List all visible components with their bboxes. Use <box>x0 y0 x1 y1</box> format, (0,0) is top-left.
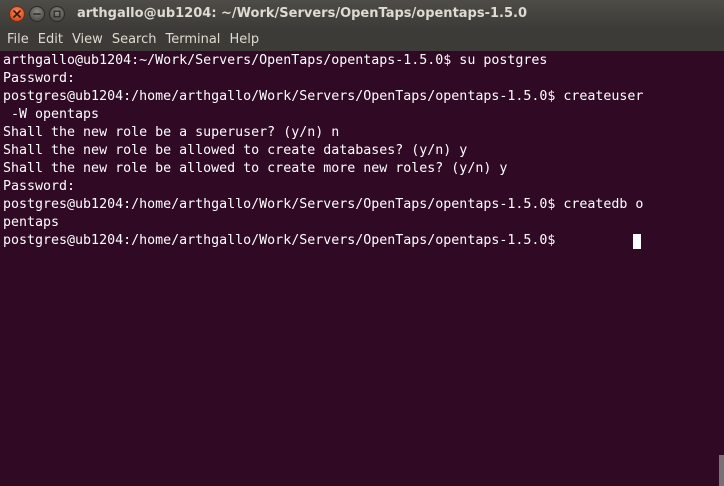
terminal-output[interactable]: arthgallo@ub1204:~/Work/Servers/OpenTaps… <box>0 52 719 486</box>
menu-file[interactable]: File <box>3 31 33 49</box>
terminal-line: pentaps <box>3 215 60 230</box>
menu-edit[interactable]: Edit <box>34 31 67 49</box>
terminal-line: Password: <box>3 71 76 86</box>
terminal-line: postgres@ub1204:/home/arthgallo/Work/Ser… <box>3 197 644 212</box>
title-bar[interactable]: arthgallo@ub1204: ~/Work/Servers/OpenTap… <box>0 0 724 30</box>
window-title: arthgallo@ub1204: ~/Work/Servers/OpenTap… <box>77 6 528 21</box>
minimize-icon <box>33 10 41 18</box>
terminal-line: -W opentaps <box>3 107 100 122</box>
terminal-line: Shall the new role be allowed to create … <box>3 143 468 158</box>
close-icon <box>13 10 21 18</box>
menu-search[interactable]: Search <box>108 31 161 49</box>
maximize-icon <box>53 10 61 18</box>
terminal-line: Password: <box>3 179 76 194</box>
menu-terminal[interactable]: Terminal <box>161 31 224 49</box>
terminal-prompt-line: postgres@ub1204:/home/arthgallo/Work/Ser… <box>3 233 564 248</box>
menu-bar: File Edit View Search Terminal Help <box>0 29 724 51</box>
text-cursor <box>633 234 641 249</box>
terminal-line: arthgallo@ub1204:~/Work/Servers/OpenTaps… <box>3 53 548 68</box>
scrollbar-thumb[interactable] <box>719 455 724 486</box>
terminal-line: postgres@ub1204:/home/arthgallo/Work/Ser… <box>3 89 644 104</box>
maximize-button[interactable] <box>49 6 65 22</box>
menu-view[interactable]: View <box>68 31 107 49</box>
scrollbar[interactable] <box>719 52 724 486</box>
menu-help[interactable]: Help <box>225 31 263 49</box>
terminal-line: Shall the new role be allowed to create … <box>3 161 508 176</box>
terminal-window: arthgallo@ub1204: ~/Work/Servers/OpenTap… <box>0 0 724 486</box>
close-button[interactable] <box>9 6 25 22</box>
minimize-button[interactable] <box>29 6 45 22</box>
terminal-line: Shall the new role be a superuser? (y/n)… <box>3 125 340 140</box>
